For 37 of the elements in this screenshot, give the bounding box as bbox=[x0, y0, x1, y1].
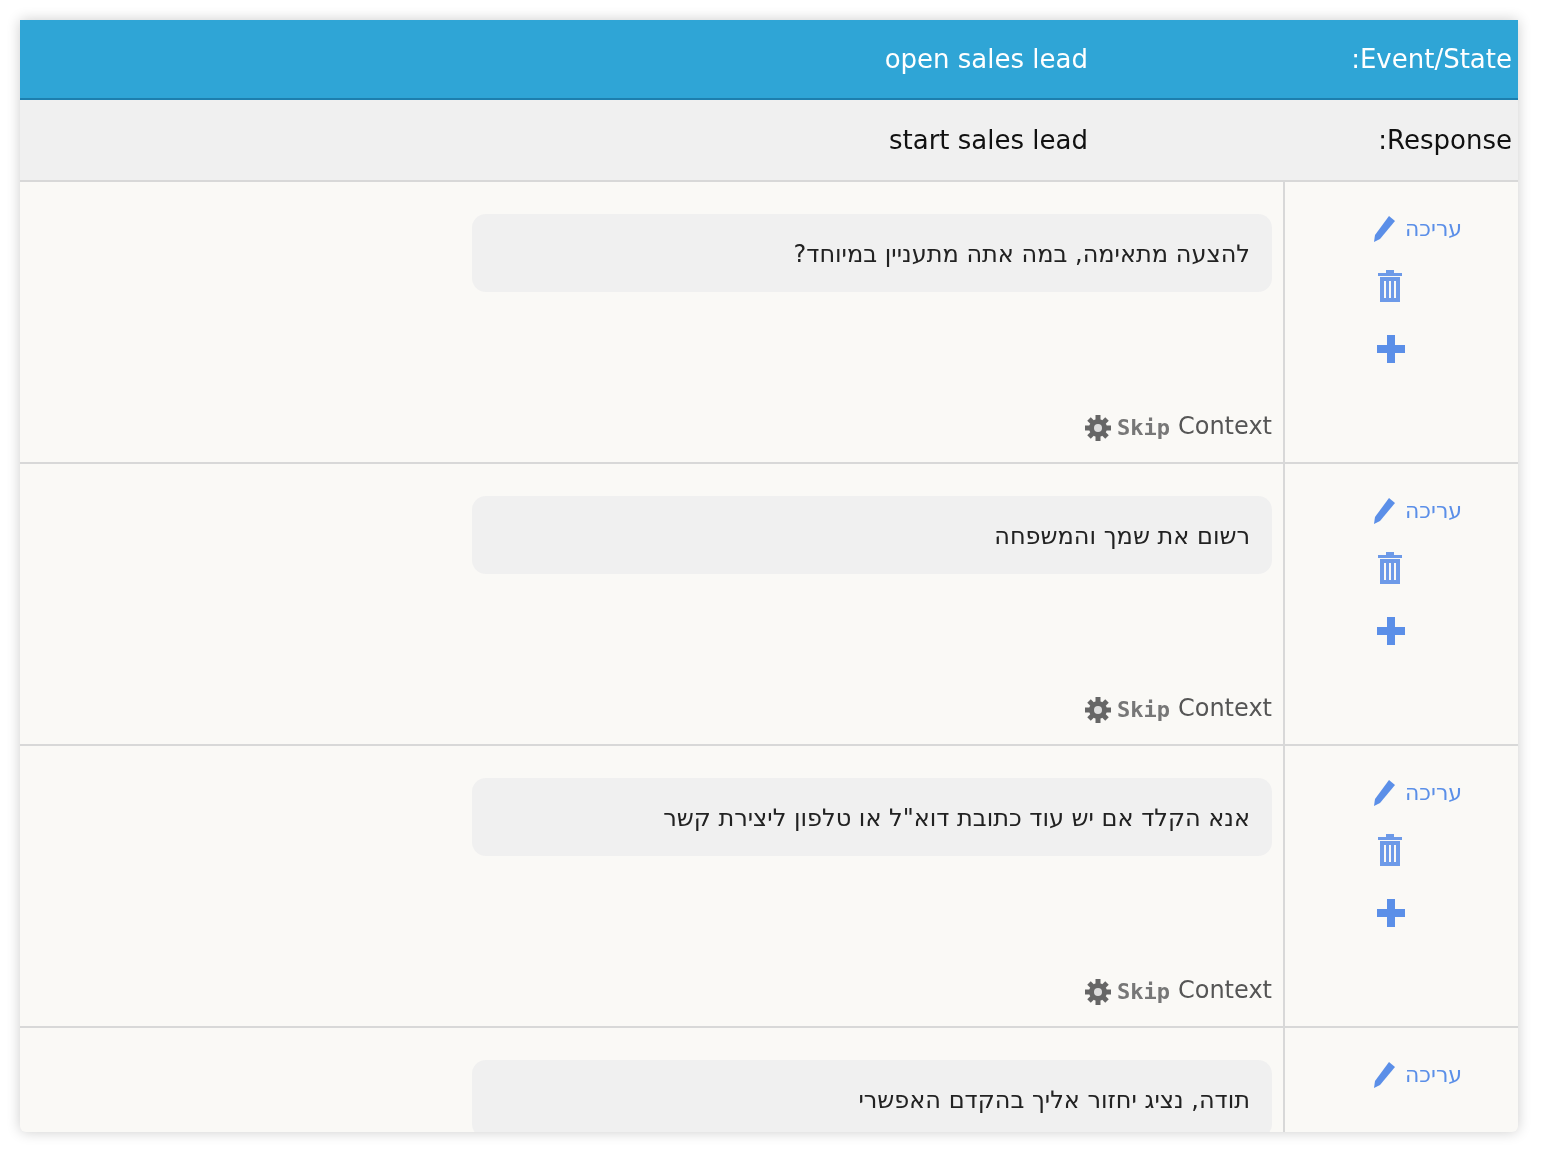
response-name: start sales lead bbox=[889, 124, 1088, 155]
gear-icon bbox=[1083, 694, 1113, 725]
skip-label: Skip bbox=[1117, 978, 1170, 1006]
plus-icon bbox=[1377, 617, 1405, 645]
event-state-label: :Event/State bbox=[1351, 43, 1512, 74]
pencil-icon bbox=[1371, 1059, 1397, 1090]
delete-button[interactable] bbox=[1377, 833, 1403, 867]
pencil-icon bbox=[1371, 213, 1397, 244]
plus-icon bbox=[1377, 899, 1405, 927]
delete-button[interactable] bbox=[1377, 269, 1403, 303]
edit-link[interactable]: עריכה bbox=[1371, 776, 1518, 809]
edit-link[interactable]: עריכה bbox=[1371, 1058, 1518, 1091]
delete-button[interactable] bbox=[1377, 551, 1403, 585]
plus-icon bbox=[1377, 335, 1405, 363]
edit-link[interactable]: עריכה bbox=[1371, 494, 1518, 527]
message-bubble: רשום את שמך והמשפחה bbox=[472, 496, 1272, 574]
gear-icon bbox=[1083, 976, 1113, 1007]
trash-icon bbox=[1377, 269, 1403, 303]
pencil-icon bbox=[1371, 495, 1397, 526]
message-bubble: אנא הקלד אם יש עוד כתובת דוא"ל או טלפון ליצירת קשר bbox=[472, 778, 1272, 856]
message-bubble: להצעה מתאימה, במה אתה מתעניין במיוחד? bbox=[472, 214, 1272, 292]
gear-icon bbox=[1083, 412, 1113, 443]
message-bubble: תודה, נציג יחזור אליך בהקדם האפשרי bbox=[472, 1060, 1272, 1132]
add-button[interactable] bbox=[1377, 335, 1405, 363]
event-name: open sales lead bbox=[884, 43, 1088, 74]
context-label: Context bbox=[1177, 975, 1272, 1006]
edit-link[interactable]: עריכה bbox=[1371, 212, 1518, 245]
response-label: :Response bbox=[1378, 124, 1512, 155]
trash-icon bbox=[1377, 833, 1403, 867]
trash-icon bbox=[1377, 551, 1403, 585]
context-label: Context bbox=[1177, 411, 1272, 442]
skip-label: Skip bbox=[1117, 414, 1170, 442]
add-button[interactable] bbox=[1377, 617, 1405, 645]
add-button[interactable] bbox=[1377, 899, 1405, 927]
pencil-icon bbox=[1371, 777, 1397, 808]
skip-label: Skip bbox=[1117, 696, 1170, 724]
context-label: Context bbox=[1177, 693, 1272, 724]
